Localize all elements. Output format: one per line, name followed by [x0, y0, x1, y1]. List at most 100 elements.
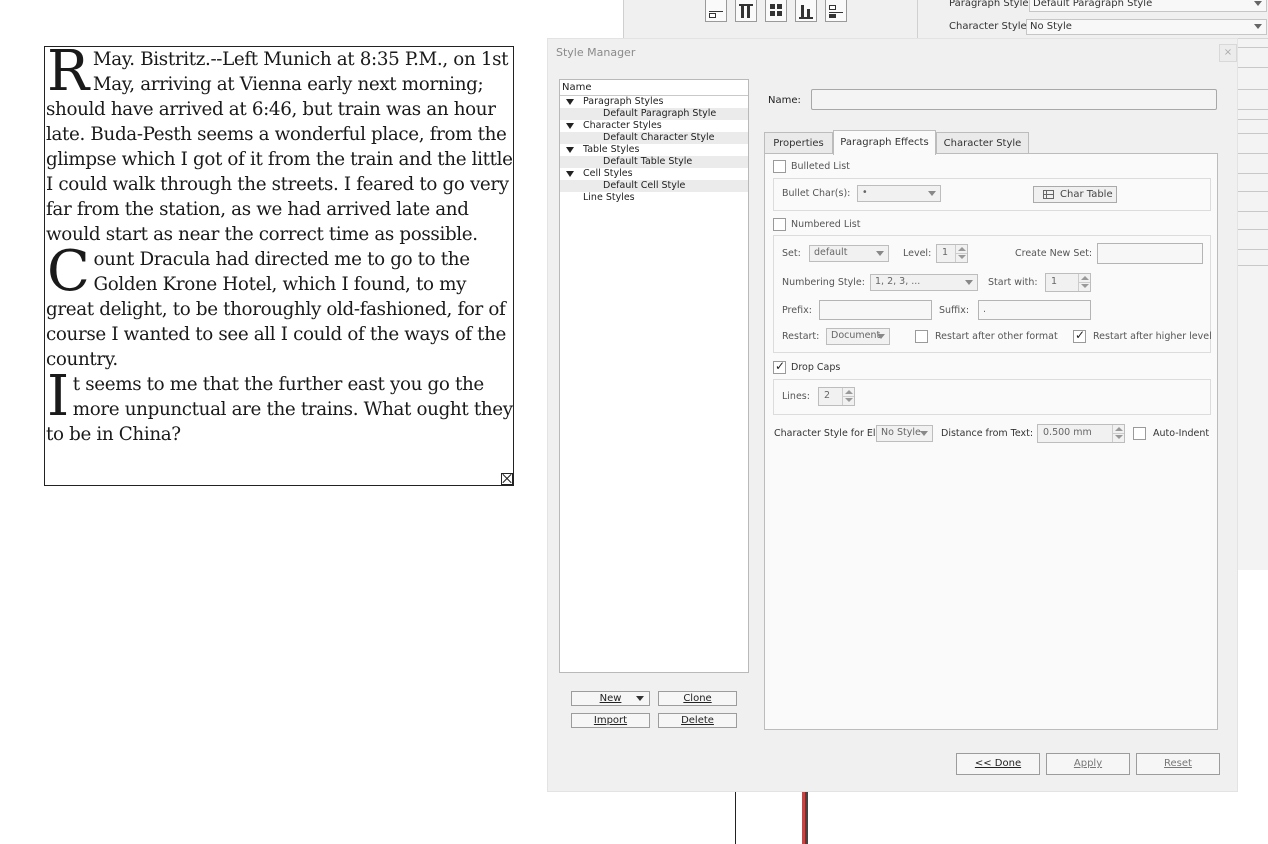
align-grid-icon[interactable]	[765, 0, 787, 22]
style-manager-dialog: Style Manager × Name Paragraph Styles Def…	[547, 38, 1238, 792]
tree-item-label: Default Cell Style	[603, 180, 686, 191]
numbered-list-checkbox[interactable]	[773, 218, 786, 231]
align-bottom-left-icon[interactable]	[825, 0, 847, 22]
tree-item[interactable]: Default Paragraph Style	[560, 108, 748, 120]
drop-caps-checkbox[interactable]	[773, 359, 786, 374]
reset-button-label: Reset	[1164, 758, 1192, 769]
character-style-label: Character Style:	[949, 21, 1031, 32]
restart-after-higher-label: Restart after higher level	[1093, 331, 1212, 342]
tab-character-style[interactable]: Character Style	[936, 132, 1029, 154]
char-table-button[interactable]: Char Table	[1033, 186, 1117, 203]
prefix-input[interactable]	[819, 300, 932, 320]
start-with-label: Start with:	[988, 277, 1038, 288]
tree-category[interactable]: Character Styles	[560, 120, 748, 132]
spin-down-icon[interactable]	[1078, 282, 1090, 291]
char-style-for-el-select[interactable]: No Style	[876, 425, 933, 442]
restart-select[interactable]: Document	[826, 328, 890, 345]
drop-cap: I	[47, 364, 69, 429]
level-label: Level:	[903, 248, 932, 259]
drop-caps-label: Drop Caps	[791, 362, 841, 373]
tree-item[interactable]: Line Styles	[560, 192, 748, 204]
character-style-select[interactable]: No Style	[1026, 19, 1267, 35]
align-top-icon[interactable]	[735, 0, 757, 22]
style-tree[interactable]: Name Paragraph Styles Default Paragraph S…	[559, 79, 749, 673]
bullet-chars-select[interactable]: •	[857, 185, 941, 202]
chevron-down-icon	[1254, 1, 1262, 6]
chevron-down-icon	[877, 334, 885, 339]
lines-spinbox[interactable]: 2	[818, 387, 855, 406]
restart-after-higher-checkbox[interactable]	[1073, 328, 1086, 343]
auto-indent-label: Auto-Indent	[1153, 428, 1210, 439]
chevron-down-icon	[928, 191, 936, 196]
bullet-chars-label: Bullet Char(s):	[782, 188, 851, 199]
tree-item[interactable]: Default Character Style	[560, 132, 748, 144]
spin-down-icon[interactable]	[842, 396, 854, 405]
expand-triangle-icon[interactable]	[566, 123, 574, 129]
tree-item-label: Table Styles	[583, 144, 640, 155]
start-with-spinbox[interactable]: 1	[1045, 273, 1091, 292]
paragraph-style-value: Default Paragraph Style	[1033, 0, 1153, 9]
paragraph-style-select[interactable]: Default Paragraph Style	[1029, 0, 1267, 12]
name-label: Name:	[768, 95, 801, 106]
name-input[interactable]	[811, 89, 1217, 110]
bullet-chars-value: •	[862, 187, 868, 198]
start-with-value: 1	[1051, 276, 1058, 287]
restart-label: Restart:	[782, 331, 820, 342]
paragraph-style-label: Paragraph Style:	[949, 0, 1032, 9]
page-edge-line	[805, 792, 808, 844]
restart-after-other-checkbox[interactable]	[915, 330, 928, 343]
chevron-down-icon	[965, 280, 973, 285]
done-button[interactable]: << Done	[956, 753, 1040, 775]
tree-item[interactable]: Default Table Style	[560, 156, 748, 168]
spin-down-icon[interactable]	[1112, 433, 1124, 442]
apply-button[interactable]: Apply	[1046, 753, 1130, 775]
numbering-style-select[interactable]: 1, 2, 3, ...	[870, 274, 978, 291]
level-spinbox[interactable]: 1	[936, 244, 968, 263]
chevron-down-icon	[636, 696, 644, 701]
create-new-set-input[interactable]	[1097, 243, 1203, 264]
char-style-for-el-label: Character Style for El	[774, 428, 876, 439]
delete-button[interactable]: Delete	[658, 713, 737, 728]
auto-indent-checkbox[interactable]	[1133, 427, 1146, 440]
chevron-down-icon	[876, 251, 884, 256]
paragraph-text: ount Dracula had directed me to go to th…	[46, 249, 506, 370]
import-button[interactable]: Import	[571, 713, 650, 728]
done-button-label: << Done	[974, 758, 1022, 769]
suffix-input[interactable]: .	[978, 300, 1091, 320]
tree-item-label: Paragraph Styles	[583, 96, 664, 107]
suffix-label: Suffix:	[939, 305, 970, 316]
tree-category[interactable]: Paragraph Styles	[560, 96, 748, 108]
tree-category[interactable]: Cell Styles	[560, 168, 748, 180]
expand-triangle-icon[interactable]	[566, 147, 574, 153]
character-style-value: No Style	[1030, 21, 1072, 32]
expand-triangle-icon[interactable]	[566, 171, 574, 177]
drop-cap: R	[47, 46, 89, 104]
tree-category[interactable]: Table Styles	[560, 144, 748, 156]
tree-item-label: Default Table Style	[603, 156, 693, 167]
tab-paragraph-effects[interactable]: Paragraph Effects	[833, 130, 936, 155]
table-icon	[1043, 190, 1054, 199]
paragraph-2: Count Dracula had directed me to go to t…	[46, 244, 513, 372]
close-icon[interactable]: ×	[1219, 44, 1237, 62]
overflow-marker-icon[interactable]	[501, 473, 513, 485]
distance-from-text-spinbox[interactable]: 0.500 mm	[1037, 424, 1125, 443]
new-button[interactable]: New	[571, 691, 650, 706]
align-bottom-icon[interactable]	[795, 0, 817, 22]
expand-triangle-icon[interactable]	[566, 99, 574, 105]
spin-down-icon[interactable]	[955, 253, 967, 262]
delete-button-label: Delete	[681, 715, 714, 726]
prefix-label: Prefix:	[782, 305, 812, 316]
tab-properties[interactable]: Properties	[764, 132, 833, 154]
paragraph-3: It seems to me that the further east you…	[46, 364, 513, 447]
tree-header[interactable]: Name	[560, 80, 748, 96]
tree-rows: Paragraph Styles Default Paragraph Style C…	[560, 96, 748, 204]
clone-button[interactable]: Clone	[658, 691, 737, 706]
bulleted-list-checkbox[interactable]	[773, 160, 786, 173]
align-top-left-icon[interactable]	[705, 0, 727, 22]
reset-button[interactable]: Reset	[1136, 753, 1220, 775]
set-select[interactable]: default	[809, 245, 889, 262]
text-frame[interactable]: R May. Bistritz.--Left Munich at 8:35 P.M…	[44, 46, 514, 486]
bulleted-list-label: Bulleted List	[791, 161, 850, 172]
tree-item[interactable]: Default Cell Style	[560, 180, 748, 192]
level-value: 1	[942, 247, 949, 258]
